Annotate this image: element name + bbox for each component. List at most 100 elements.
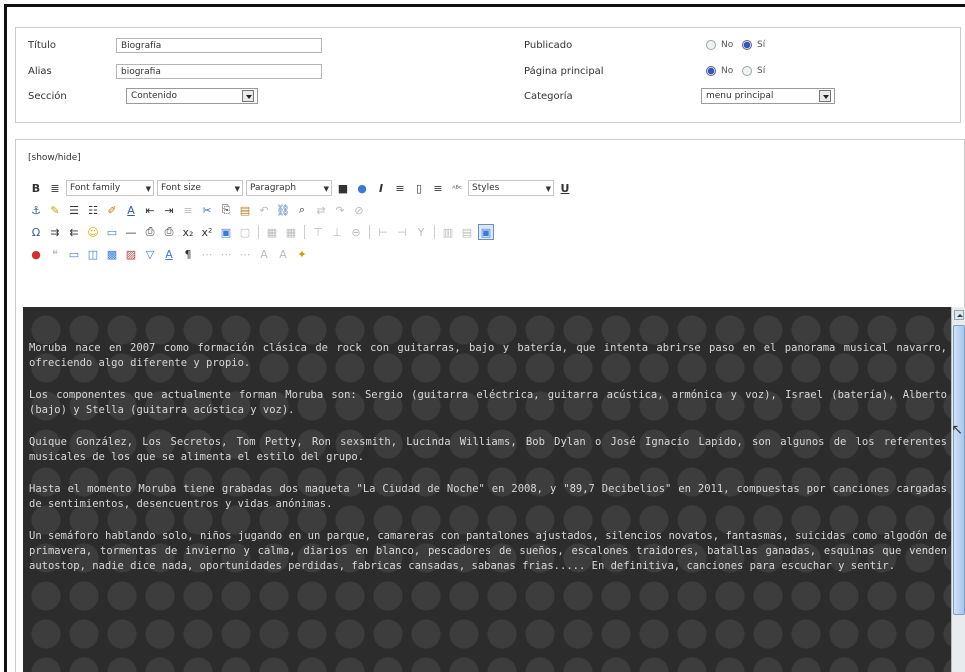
row-after-icon[interactable]: ⊥ <box>329 224 345 240</box>
categoria-select[interactable]: menu principal <box>701 88 835 104</box>
text-color-icon[interactable]: A <box>123 202 139 218</box>
anchor-icon[interactable]: ⚓ <box>28 202 44 218</box>
outdent-icon[interactable]: ⇤ <box>142 202 158 218</box>
delete-text-icon[interactable]: A <box>275 246 291 262</box>
col-after-icon[interactable]: ⊣ <box>394 224 410 240</box>
delete-row-icon[interactable]: ⊖ <box>348 224 364 240</box>
block-icon[interactable]: ■ <box>335 180 351 196</box>
subscript-icon[interactable]: x₂ <box>180 224 196 240</box>
font-size-select[interactable]: Font size ▼ <box>157 180 243 196</box>
paste-icon[interactable]: ▤ <box>237 202 253 218</box>
special-char-icon[interactable]: Ω <box>28 224 44 240</box>
titulo-label: Título <box>28 40 57 51</box>
styles-label: Styles <box>472 183 500 193</box>
style-props-icon[interactable]: ▨ <box>123 246 139 262</box>
cleanup-icon[interactable]: ✦ <box>294 246 310 262</box>
chevron-down-icon <box>819 90 831 102</box>
col-before-icon[interactable]: ⊢ <box>375 224 391 240</box>
toolbar-row-3: Ω ⇉ ⇇ ☺ ▭ — ⎙ ⎙ x₂ x² ▣ ▢ ▦ ▦ ⊤ ⊥ ⊖ ⊢ ⊣ … <box>28 222 494 242</box>
table-icon[interactable]: ▦ <box>264 224 280 240</box>
nonbreaking-icon[interactable]: ⋯ <box>199 246 215 262</box>
publicado-si-radio[interactable] <box>742 40 752 50</box>
page-icon[interactable]: ▯ <box>411 180 427 196</box>
bold-icon[interactable]: B <box>28 180 44 196</box>
redo-icon[interactable]: ↷ <box>332 202 348 218</box>
toolbar-row-2: ⚓ ✎ ☰ ☷ ✐ A ⇤ ⇥ ≡ ✂ ⎘ ▤ ↶ ⛓ ⌕ ⇄ ↷ ⊘ <box>28 200 367 220</box>
align-justify-icon[interactable]: ≣ <box>47 180 63 196</box>
split-cells-icon[interactable]: ▥ <box>440 224 456 240</box>
copy-icon[interactable]: ⎘ <box>218 202 234 218</box>
categoria-select-value: menu principal <box>706 91 774 101</box>
align-left-icon[interactable]: ≡ <box>392 180 408 196</box>
acronym-icon[interactable]: ⋯ <box>237 246 253 262</box>
unlink-icon[interactable]: ⊘ <box>351 202 367 218</box>
emoticon-icon[interactable]: ☺ <box>85 224 101 240</box>
italic-icon[interactable]: I <box>373 180 389 196</box>
font-family-select[interactable]: Font family ▼ <box>66 180 154 196</box>
bullet-list-icon[interactable]: ☰ <box>66 202 82 218</box>
print-icon[interactable]: ⎙ <box>161 224 177 240</box>
media-icon[interactable]: ▭ <box>104 224 120 240</box>
spellcheck-icon[interactable]: ᴬᴮᶜ <box>449 180 465 196</box>
move-forward-icon[interactable]: ◫ <box>85 246 101 262</box>
scrollbar-thumb[interactable] <box>953 325 965 615</box>
insert-layer-icon[interactable]: ▭ <box>66 246 82 262</box>
pagina-no-radio[interactable] <box>706 66 716 76</box>
underline-icon[interactable]: U <box>557 180 573 196</box>
insert-text-icon[interactable]: A <box>256 246 272 262</box>
help-icon[interactable]: ● <box>354 180 370 196</box>
text-style-icon[interactable]: A <box>161 246 177 262</box>
preview-icon[interactable]: ⎙ <box>142 224 158 240</box>
pagina-si-radio[interactable] <box>742 66 752 76</box>
content-paragraph: Quique González, Los Secretos, Tom Petty… <box>29 436 947 463</box>
find-icon[interactable]: ⌕ <box>294 202 310 218</box>
indent-icon[interactable]: ⇥ <box>161 202 177 218</box>
delete-col-icon[interactable]: Y <box>413 224 429 240</box>
chevron-down-icon: ▼ <box>234 185 240 193</box>
replace-icon[interactable]: ⇄ <box>313 202 329 218</box>
styles-select[interactable]: Styles ▼ <box>468 180 554 196</box>
ltr-icon[interactable]: ⇉ <box>47 224 63 240</box>
image-icon[interactable]: ▣ <box>218 224 234 240</box>
seccion-label: Sección <box>28 91 67 102</box>
align-right-icon[interactable]: ≡ <box>430 180 446 196</box>
row-before-icon[interactable]: ⊤ <box>310 224 326 240</box>
editor-content-area[interactable]: Moruba nace en 2007 como formación clási… <box>23 307 955 672</box>
format-select[interactable]: Paragraph ▼ <box>246 180 332 196</box>
pagina-si-label: Sí <box>757 66 766 76</box>
window-frame: Título Alias Sección Contenido Publicado… <box>4 4 965 672</box>
show-hide-toggle[interactable]: [show/hide] <box>28 153 81 163</box>
highlight-color-icon[interactable]: ✎ <box>47 202 63 218</box>
abbr-icon[interactable]: ⋯ <box>218 246 234 262</box>
chevron-down-icon: ▼ <box>323 185 329 193</box>
numbered-list-icon[interactable]: ☷ <box>85 202 101 218</box>
editor-scrollbar[interactable] <box>951 307 965 672</box>
seccion-select-value: Contenido <box>131 91 177 101</box>
alias-input[interactable] <box>116 64 322 79</box>
template-icon[interactable]: ▩ <box>104 246 120 262</box>
attribs-icon[interactable]: ▽ <box>142 246 158 262</box>
cut-icon[interactable]: ✂ <box>199 202 215 218</box>
align-center-icon[interactable]: ≡ <box>180 202 196 218</box>
table-props-icon[interactable]: ▦ <box>283 224 299 240</box>
merge-cells-icon[interactable]: ▤ <box>459 224 475 240</box>
visual-chars-icon[interactable]: ¶ <box>180 246 196 262</box>
publicado-no-radio[interactable] <box>706 40 716 50</box>
toolbar-separator <box>304 225 305 239</box>
layer-icon[interactable]: ▢ <box>237 224 253 240</box>
link-icon[interactable]: ⛓ <box>275 202 291 218</box>
scroll-up-icon[interactable] <box>954 310 964 320</box>
undo-icon[interactable]: ↶ <box>256 202 272 218</box>
seccion-select[interactable]: Contenido <box>126 88 258 104</box>
cleanup-brush-icon[interactable]: ✐ <box>104 202 120 218</box>
superscript-icon[interactable]: x² <box>199 224 215 240</box>
publicado-si-label: Sí <box>757 40 766 50</box>
titulo-input[interactable] <box>116 38 322 53</box>
publicado-label: Publicado <box>524 40 573 51</box>
toolbar-separator <box>434 225 435 239</box>
cite-icon[interactable]: ❝ <box>47 246 63 262</box>
fullscreen-icon[interactable]: ▣ <box>478 224 494 240</box>
horizontal-rule-icon[interactable]: — <box>123 224 139 240</box>
rtl-icon[interactable]: ⇇ <box>66 224 82 240</box>
record-icon[interactable]: ● <box>28 246 44 262</box>
